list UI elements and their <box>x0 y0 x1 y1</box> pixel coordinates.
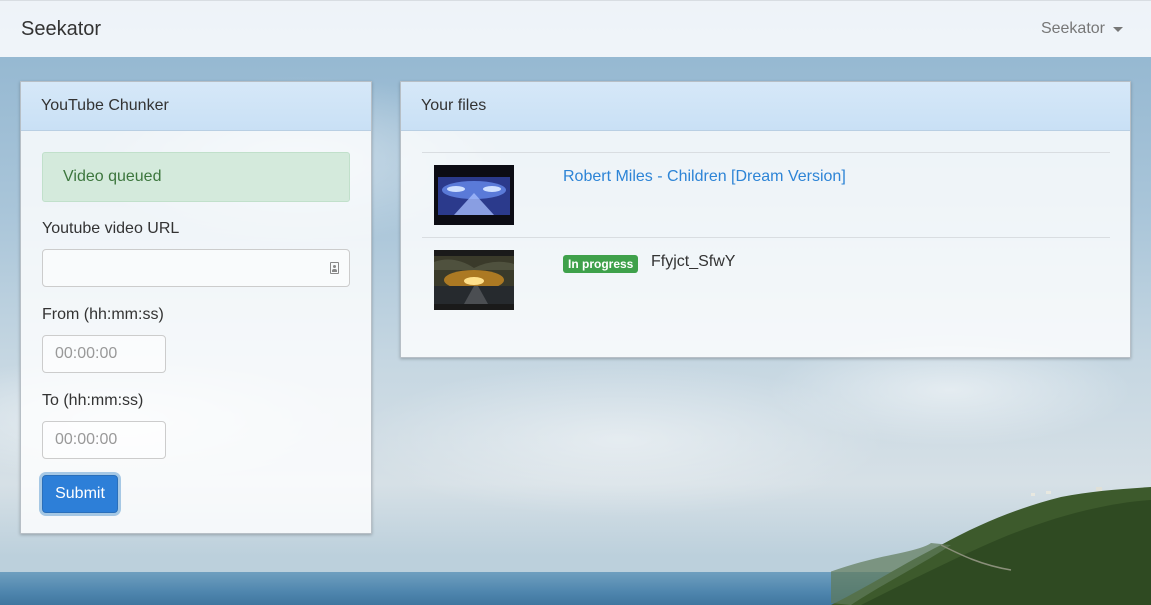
from-label: From (hh:mm:ss) <box>42 306 164 323</box>
video-thumbnail[interactable] <box>434 165 514 225</box>
navbar: Seekator Seekator <box>0 0 1151 57</box>
to-time-input[interactable] <box>42 421 166 459</box>
success-alert: Video queued <box>42 152 350 202</box>
file-name: Ffyjct_SfwY <box>651 253 736 270</box>
chunker-card-title: YouTube Chunker <box>21 82 371 131</box>
contact-card-icon[interactable] <box>330 262 339 274</box>
to-label: To (hh:mm:ss) <box>42 392 144 409</box>
files-card-title: Your files <box>401 82 1130 131</box>
youtube-url-input[interactable] <box>42 249 350 287</box>
file-row: Robert Miles - Children [Dream Version] <box>422 152 1110 237</box>
user-menu-dropdown[interactable]: Seekator <box>1041 20 1123 38</box>
brand-logo-text[interactable]: Seekator <box>21 18 101 41</box>
background-hill <box>831 487 1151 605</box>
file-link[interactable]: Robert Miles - Children [Dream Version] <box>563 168 846 186</box>
from-time-input[interactable] <box>42 335 166 373</box>
video-thumbnail[interactable] <box>434 250 514 310</box>
file-row: In progress Ffyjct_SfwY <box>422 237 1110 322</box>
submit-button[interactable]: Submit <box>42 475 118 513</box>
url-label: Youtube video URL <box>42 220 180 237</box>
your-files-card: Your files Robert Miles - Children [Drea… <box>400 81 1131 358</box>
caret-down-icon <box>1113 27 1123 32</box>
youtube-chunker-card: YouTube Chunker Video queued Youtube vid… <box>20 81 372 534</box>
user-menu-label: Seekator <box>1040 20 1105 37</box>
status-badge: In progress <box>563 255 639 273</box>
